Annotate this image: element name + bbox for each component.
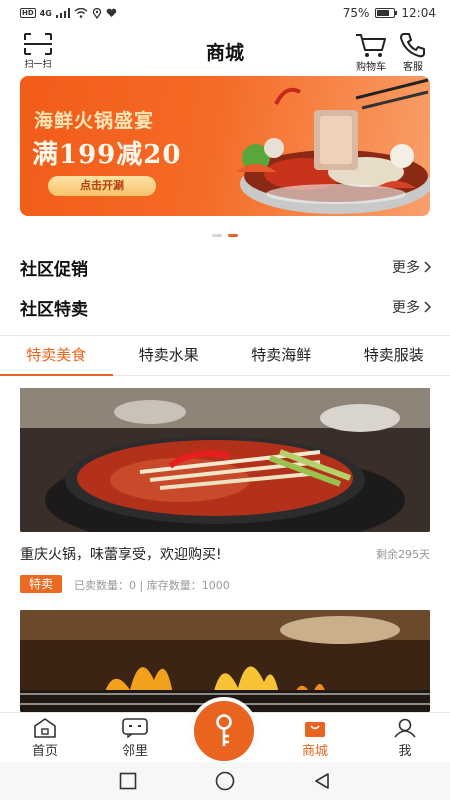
banner-offer: 满199减20 <box>32 140 182 170</box>
shopping-bag-icon <box>305 722 325 737</box>
home-circle-icon[interactable] <box>215 771 235 791</box>
banner-headline: 海鲜火锅盛宴 <box>34 110 155 132</box>
nav-me[interactable]: 我 <box>360 713 450 762</box>
product-remaining-days: 剩余295天 <box>376 548 430 561</box>
hotpot-illustration <box>236 78 430 214</box>
banner-cta-button[interactable]: 点击开涮 <box>48 176 156 196</box>
tab-food[interactable]: 特卖美食 <box>0 336 113 376</box>
status-icons-right: 75% 12:04 <box>343 6 436 20</box>
chevron-right-icon <box>424 261 432 273</box>
home-icon <box>34 718 56 738</box>
more-label: 更多 <box>392 300 420 316</box>
section-community-sale: 社区特卖 更多 <box>20 292 432 322</box>
battery-level <box>377 10 390 16</box>
scan-button[interactable]: 扫一扫 <box>20 32 56 70</box>
tab-fruit[interactable]: 特卖水果 <box>113 336 226 375</box>
hd-icon: HD <box>20 8 36 18</box>
tab-clothing[interactable]: 特卖服装 <box>338 336 450 375</box>
chat-icon <box>122 718 148 738</box>
phone-icon <box>400 33 425 58</box>
section-community-promo: 社区促销 更多 <box>20 252 432 282</box>
location-icon <box>92 7 102 19</box>
heart-icon <box>106 8 117 17</box>
nav-label: 邻里 <box>121 744 148 759</box>
chevron-right-icon <box>424 301 432 313</box>
scan-label: 扫一扫 <box>24 60 52 70</box>
promo-banner[interactable]: 海鲜火锅盛宴 满199减20 点击开涮 <box>20 76 430 216</box>
system-nav-bar <box>0 762 450 800</box>
cart-icon <box>356 34 386 57</box>
sale-badge: 特卖 <box>20 575 62 593</box>
signal-bars-icon <box>55 8 70 18</box>
more-link-sale[interactable]: 更多 <box>392 297 432 317</box>
cart-label: 购物车 <box>356 62 386 73</box>
product-stats: 已卖数量：0 | 库存数量：1000 <box>74 579 230 592</box>
user-icon <box>394 718 416 738</box>
cart-button[interactable]: 购物车 <box>352 32 390 73</box>
customer-service-button[interactable]: 客服 <box>396 32 430 73</box>
nav-label: 我 <box>398 744 412 759</box>
tab-seafood[interactable]: 特卖海鲜 <box>225 336 338 375</box>
key-icon <box>216 714 232 746</box>
product-image[interactable] <box>20 388 430 532</box>
customer-service-label: 客服 <box>403 62 423 73</box>
banner-pagination <box>0 234 450 237</box>
nav-mall[interactable]: 商城 <box>270 713 360 762</box>
nav-label: 商城 <box>301 744 328 759</box>
section-title: 社区促销 <box>20 259 88 280</box>
more-label: 更多 <box>392 260 420 276</box>
product-title[interactable]: 重庆火锅，味蕾享受，欢迎购买! <box>20 544 222 564</box>
battery-icon <box>375 8 398 18</box>
wifi-icon <box>74 8 88 18</box>
status-bar: HD 4G 75% 12:04 <box>0 0 450 26</box>
signal-4g-icon: 4G <box>39 8 52 18</box>
scan-icon <box>24 33 52 55</box>
center-key-button[interactable] <box>190 697 258 765</box>
more-link-promo[interactable]: 更多 <box>392 257 432 277</box>
clock: 12:04 <box>401 6 436 20</box>
pagination-dot-active[interactable] <box>228 234 238 237</box>
status-icons-left: HD 4G <box>20 7 117 19</box>
pagination-dot[interactable] <box>212 234 222 237</box>
back-icon[interactable] <box>313 772 331 790</box>
category-tabs: 特卖美食 特卖水果 特卖海鲜 特卖服装 <box>0 336 450 376</box>
recent-apps-icon[interactable] <box>119 772 137 790</box>
battery-percent: 75% <box>342 6 370 20</box>
nav-label: 首页 <box>31 744 58 759</box>
app-header: 扫一扫 商城 购物车 客服 <box>0 26 450 74</box>
nav-home[interactable]: 首页 <box>0 713 90 762</box>
nav-neighbors[interactable]: 邻里 <box>90 713 180 762</box>
hotpot-photo <box>20 388 430 532</box>
section-title: 社区特卖 <box>20 299 88 320</box>
